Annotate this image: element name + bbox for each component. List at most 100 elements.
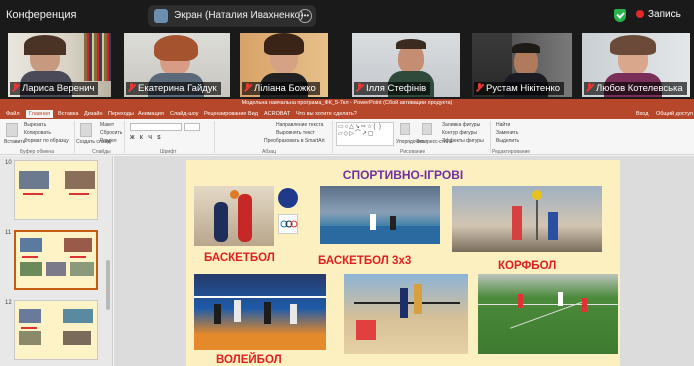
- paragraph-group-label: Абзац: [262, 149, 277, 155]
- smartart-button[interactable]: Преобразовать в SmartArt: [264, 138, 325, 144]
- shapes-gallery[interactable]: ▭○△↘⇨☆{ }▱◇▷⌒↗▢: [336, 122, 394, 146]
- tab-design[interactable]: Дизайн: [84, 111, 103, 117]
- football-photo: [478, 274, 618, 354]
- slide-thumbnail-pane: 10 11 12: [0, 156, 113, 366]
- basketball-photo: [194, 186, 274, 246]
- tab-file[interactable]: Файл: [6, 111, 20, 117]
- participant-tile[interactable]: Рустам Нікітенко: [472, 33, 572, 97]
- slide-thumbnail-selected[interactable]: [14, 230, 98, 290]
- ellipsis-icon[interactable]: •••: [298, 9, 312, 23]
- ribbon-tabs: Файл Главная Вставка Дизайн Переходы Ани…: [0, 109, 694, 119]
- section-button[interactable]: Раздел: [100, 138, 117, 144]
- text-direction-button[interactable]: Направление текста: [276, 122, 323, 128]
- screen-share-label: Экран (Наталия Ивахненко): [174, 10, 304, 21]
- font-format-buttons[interactable]: Ж К Ч S: [130, 135, 163, 141]
- tab-review[interactable]: Рецензирование: [204, 111, 246, 117]
- editing-group-label: Редактирование: [492, 149, 531, 155]
- tab-slideshow[interactable]: Слайд-шоу: [170, 111, 199, 117]
- slides-group-label: Слайды: [92, 149, 111, 155]
- participant-strip: Лариса Веренич Екатерина Гайдук Ліліана …: [0, 33, 694, 97]
- sport-label-basketball-3x3: БАСКЕТБОЛ 3х3: [318, 255, 412, 267]
- slide-thumbnail[interactable]: [14, 300, 98, 360]
- participant-name: Ілля Стефінів: [354, 82, 431, 95]
- participant-tile[interactable]: Екатерина Гайдук: [124, 33, 230, 97]
- tab-home[interactable]: Главная: [26, 110, 53, 118]
- tab-transitions[interactable]: Переходы: [108, 111, 134, 117]
- ribbon-divider: [124, 121, 125, 153]
- ribbon-divider: [332, 121, 333, 153]
- mic-muted-icon: [244, 83, 251, 92]
- slide-number: 11: [5, 230, 12, 236]
- slide-thumbnail[interactable]: [14, 160, 98, 220]
- ribbon-divider: [490, 121, 491, 153]
- font-group-label: Шрифт: [160, 149, 177, 155]
- slide-number: 12: [5, 300, 12, 306]
- reset-button[interactable]: Сбросить: [100, 130, 122, 136]
- clipboard-group-label: Буфер обмена: [20, 149, 54, 155]
- new-slide-icon[interactable]: [80, 123, 92, 137]
- copy-button[interactable]: Копировать: [24, 130, 51, 136]
- korfball-photo: [452, 186, 602, 252]
- sport-label-volleyball: ВОЛЕЙБОЛ: [216, 354, 282, 366]
- quick-styles-icon[interactable]: [422, 123, 432, 135]
- ribbon-divider: [74, 121, 75, 153]
- participant-tile[interactable]: Ліліана Божко: [240, 33, 328, 97]
- replace-button[interactable]: Заменить: [496, 130, 518, 136]
- olympic-logo: [278, 214, 298, 234]
- tab-insert[interactable]: Вставка: [58, 111, 78, 117]
- shape-outline-button[interactable]: Контур фигуры: [442, 130, 477, 136]
- record-label[interactable]: Запись: [648, 9, 681, 20]
- participant-tile[interactable]: Ілля Стефінів: [352, 33, 460, 97]
- record-dot-icon: [636, 10, 644, 18]
- shield-check-icon[interactable]: [614, 9, 626, 22]
- fiba-logo: [278, 188, 298, 208]
- shape-fill-button[interactable]: Заливка фигуры: [442, 122, 480, 128]
- participant-name: Рустам Нікітенко: [474, 82, 564, 95]
- mic-muted-icon: [12, 83, 19, 92]
- participant-tile[interactable]: Лариса Веренич: [8, 33, 111, 97]
- sport-label-basketball: БАСКЕТБОЛ: [204, 252, 275, 264]
- tab-acrobat[interactable]: ACROBAT: [264, 111, 290, 117]
- tab-view[interactable]: Вид: [248, 111, 258, 117]
- presenter-avatar-icon: [154, 9, 168, 23]
- shape-effects-button[interactable]: Эффекты фигуры: [442, 138, 484, 144]
- font-name-select[interactable]: [130, 123, 182, 131]
- basketball-3x3-photo: [320, 186, 440, 244]
- participant-name: Лариса Веренич: [10, 82, 99, 95]
- ppt-window-title: Модельна навчальна програма_ФК_5-7кл - P…: [241, 100, 453, 106]
- powerpoint-window: Модельна навчальна програма_ФК_5-7кл - P…: [0, 99, 694, 366]
- slide-number: 10: [5, 160, 12, 166]
- align-text-button[interactable]: Выровнять текст: [276, 130, 315, 136]
- zoom-top-bar: Конференция Экран (Наталия Ивахненко) ••…: [0, 0, 694, 32]
- mic-muted-icon: [476, 83, 483, 92]
- paste-icon[interactable]: [6, 123, 18, 137]
- beach-volleyball-photo: [344, 274, 468, 354]
- participant-name: Екатерина Гайдук: [126, 82, 221, 95]
- thumbnail-scrollbar[interactable]: [106, 260, 110, 310]
- select-button[interactable]: Выделить: [496, 138, 519, 144]
- slide-title: СПОРТИВНО-ІГРОВІ: [342, 168, 464, 182]
- sport-label-korfball: КОРФБОЛ: [498, 260, 557, 272]
- zoom-window: Конференция Экран (Наталия Ивахненко) ••…: [0, 0, 694, 366]
- format-painter-button[interactable]: Формат по образцу: [24, 138, 69, 144]
- paste-button[interactable]: Вставить: [4, 139, 25, 145]
- cut-button[interactable]: Вырезать: [24, 122, 46, 128]
- mic-muted-icon: [128, 83, 135, 92]
- ppt-title-bar: Модельна навчальна програма_ФК_5-7кл - P…: [0, 99, 694, 114]
- sign-in-link[interactable]: Вход: [636, 111, 648, 117]
- drawing-group-label: Рисование: [400, 149, 426, 155]
- arrange-icon[interactable]: [400, 123, 410, 135]
- screen-share-indicator[interactable]: Экран (Наталия Ивахненко) •••: [148, 5, 316, 27]
- layout-button[interactable]: Макет: [100, 122, 114, 128]
- mic-muted-icon: [356, 83, 363, 92]
- tell-me-search[interactable]: Что вы хотите сделать?: [296, 111, 357, 117]
- window-title: Конференция: [6, 9, 77, 21]
- share-link[interactable]: Общий доступ: [656, 111, 693, 117]
- current-slide[interactable]: СПОРТИВНО-ІГРОВІ БАСКЕТБОЛ БАСКЕТБОЛ 3х3…: [186, 160, 620, 366]
- tab-animations[interactable]: Анимация: [138, 111, 164, 117]
- participant-tile[interactable]: Любов Котелевська: [582, 33, 690, 97]
- font-size-select[interactable]: [184, 123, 200, 131]
- volleyball-photo: [194, 274, 326, 350]
- ribbon-home: Вставить Вырезать Копировать Формат по о…: [0, 119, 694, 155]
- find-button[interactable]: Найти: [496, 122, 510, 128]
